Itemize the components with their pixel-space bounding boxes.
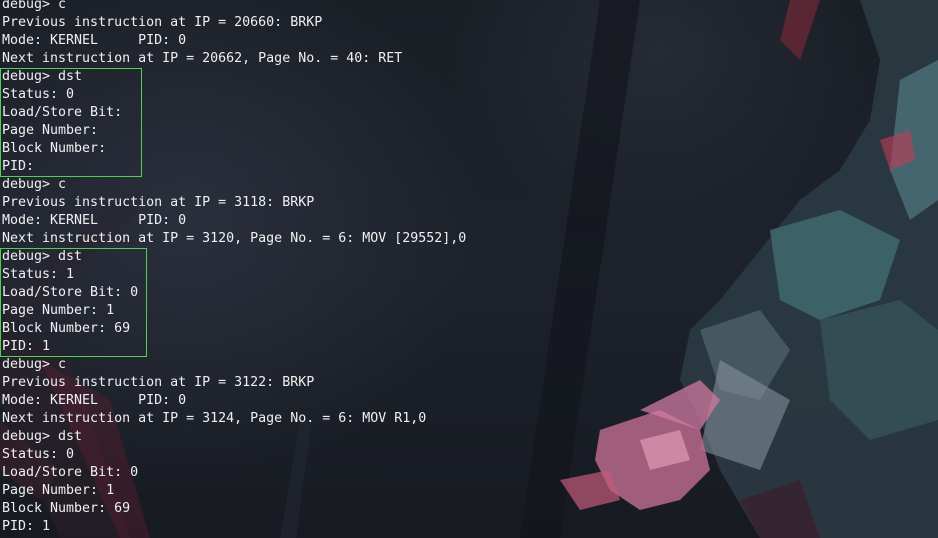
output-line: Page Number: 1 [2, 483, 115, 498]
output-line: Load/Store Bit: [2, 105, 123, 120]
prompt-line: debug> c [2, 357, 67, 372]
output-line: Status: 1 [2, 267, 75, 282]
prompt-line: debug> dst [2, 249, 83, 264]
output-line: Block Number: 69 [2, 321, 131, 336]
terminal-window[interactable]: debug> c Previous instruction at IP = 20… [0, 0, 938, 538]
output-line: Next instruction at IP = 3124, Page No. … [2, 411, 427, 426]
output-line: Previous instruction at IP = 20660: BRKP [2, 15, 323, 30]
output-line: PID: 1 [2, 519, 51, 534]
output-line: PID: 1 [2, 339, 51, 354]
output-line: Next instruction at IP = 20662, Page No.… [2, 51, 403, 66]
output-line: Block Number: 69 [2, 501, 131, 516]
output-line: Next instruction at IP = 3120, Page No. … [2, 231, 467, 246]
output-line: Status: 0 [2, 87, 75, 102]
prompt-line: debug> dst [2, 429, 83, 444]
output-line: Mode: KERNEL PID: 0 [2, 33, 187, 48]
output-line: Page Number: [2, 123, 99, 138]
output-line: PID: [2, 159, 35, 174]
output-line: Previous instruction at IP = 3118: BRKP [2, 195, 315, 210]
output-line: Mode: KERNEL PID: 0 [2, 393, 187, 408]
output-line: Page Number: 1 [2, 303, 115, 318]
output-line: Load/Store Bit: 0 [2, 285, 139, 300]
output-line: Status: 0 [2, 447, 75, 462]
output-line: Block Number: [2, 141, 107, 156]
prompt-line: debug> c [2, 0, 67, 12]
output-line: Mode: KERNEL PID: 0 [2, 213, 187, 228]
prompt-line: debug> dst [2, 69, 83, 84]
output-line: Previous instruction at IP = 3122: BRKP [2, 375, 315, 390]
prompt-line: debug> c [2, 177, 67, 192]
output-line: Load/Store Bit: 0 [2, 465, 139, 480]
